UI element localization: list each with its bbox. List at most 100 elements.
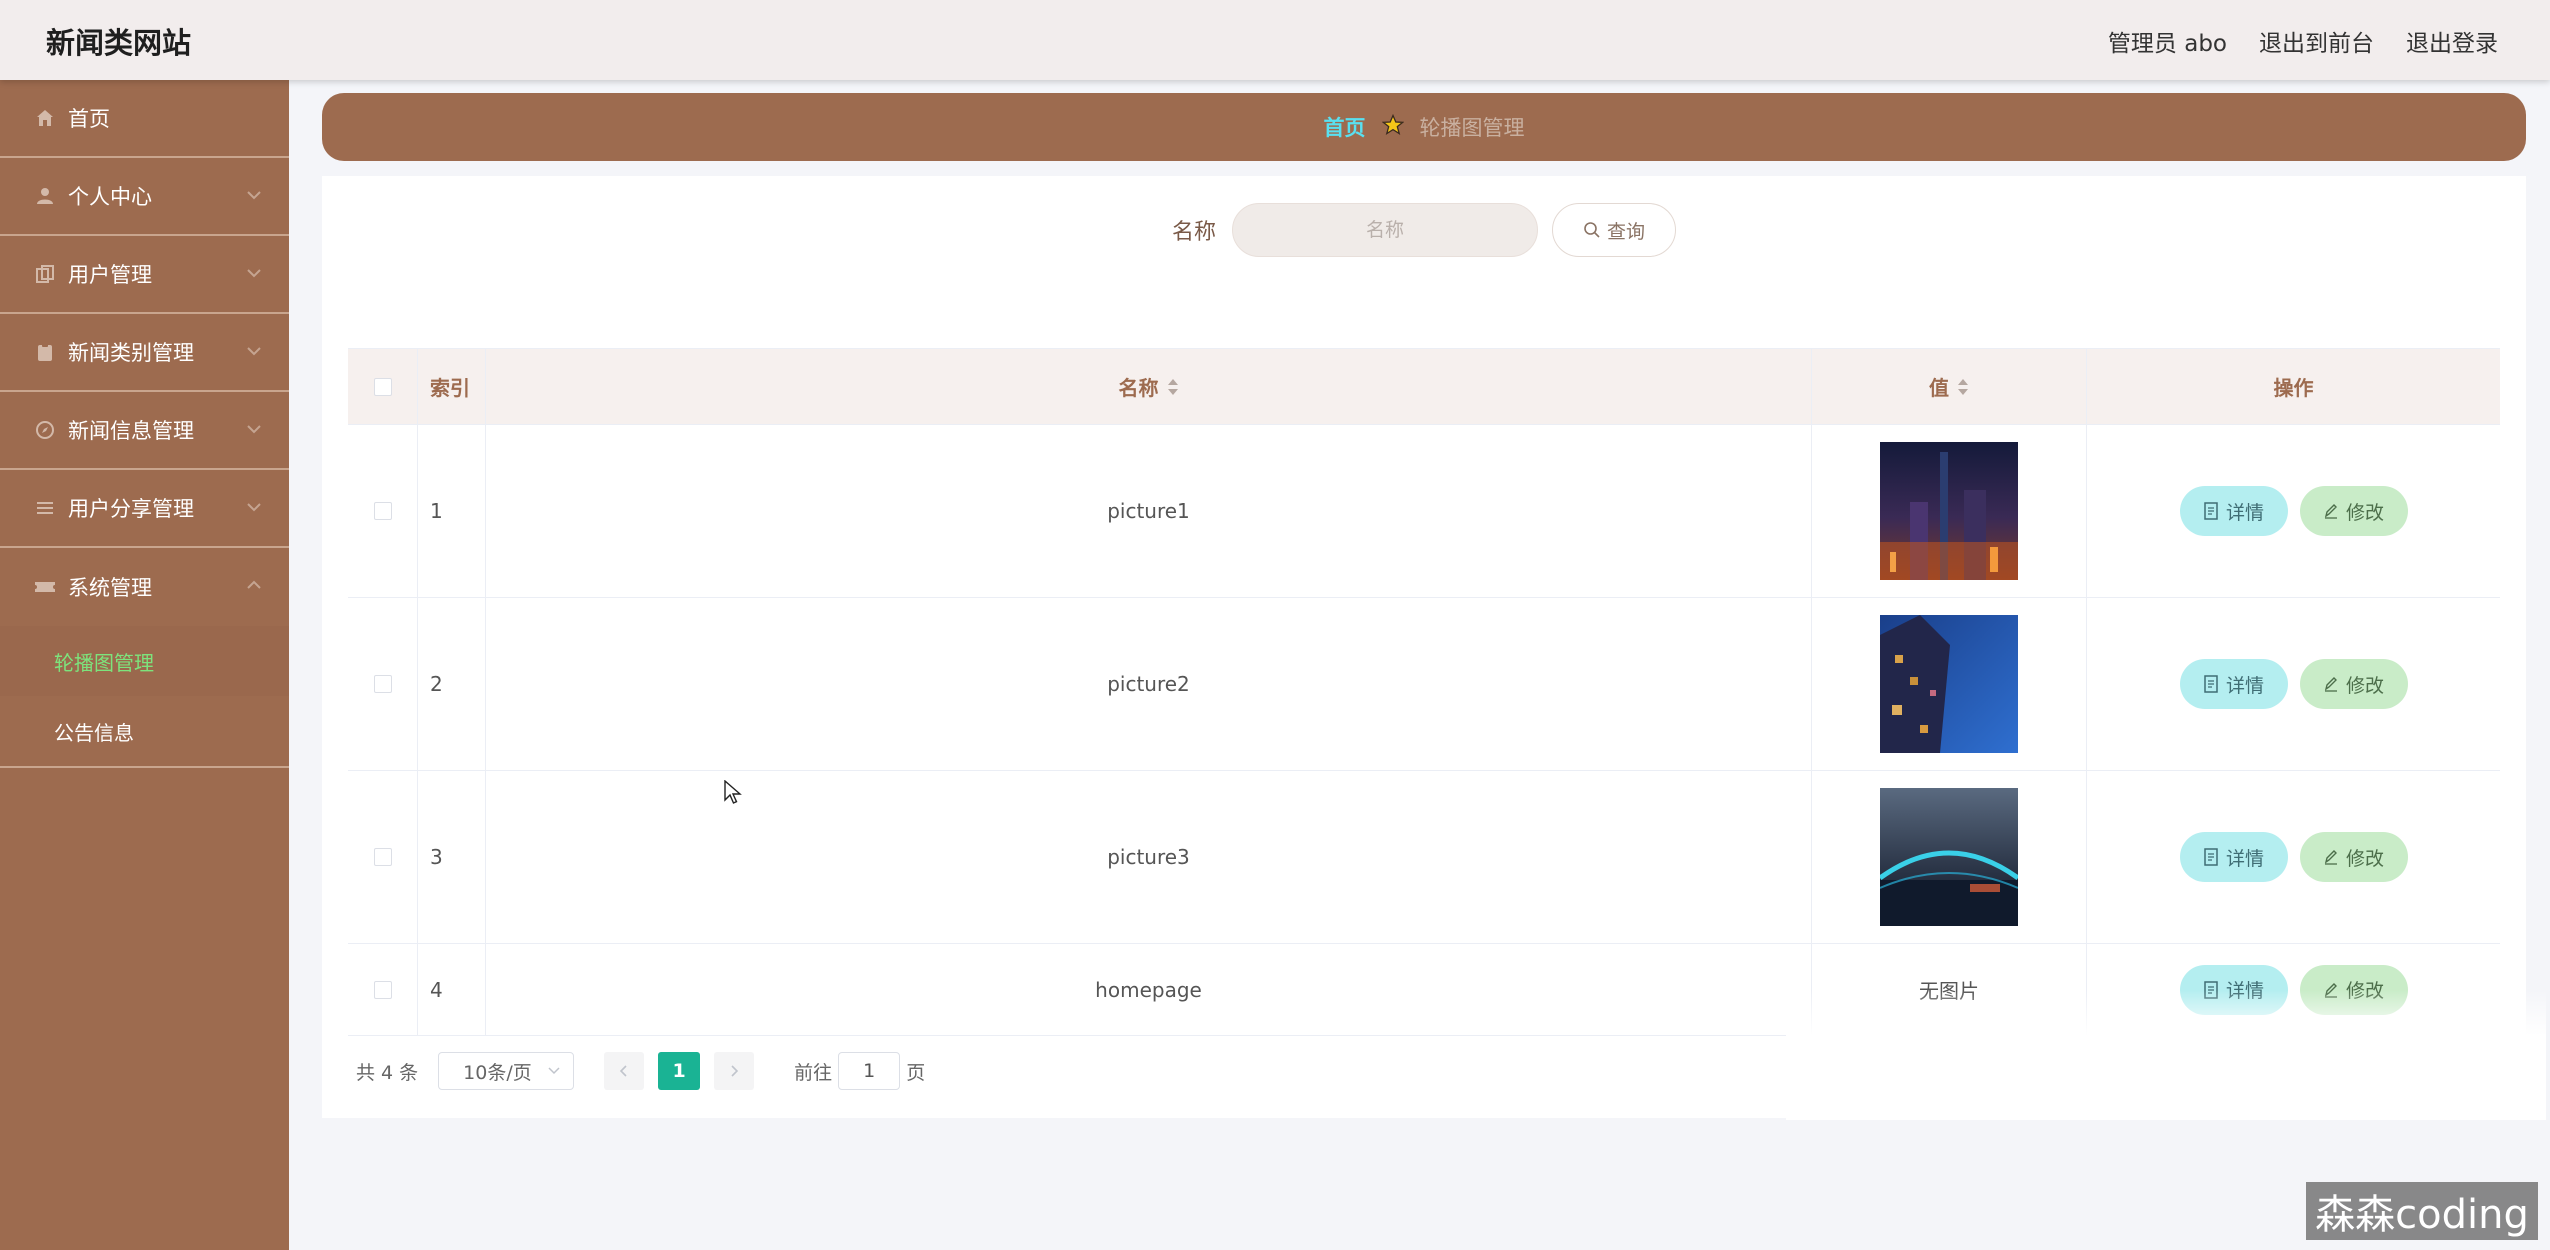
row-checkbox-cell <box>348 771 418 943</box>
row-checkbox-cell <box>348 598 418 770</box>
system-submenu: 轮播图管理 公告信息 <box>0 626 289 768</box>
breadcrumb-home[interactable]: 首页 <box>1324 112 1366 142</box>
document-icon <box>2204 675 2218 693</box>
row-checkbox[interactable] <box>373 675 392 693</box>
mouse-cursor-icon <box>724 780 742 804</box>
row-checkbox[interactable] <box>373 980 392 999</box>
page-size-select[interactable]: 10条/页 <box>438 1052 575 1090</box>
header-value[interactable]: 值 <box>1812 349 2087 424</box>
sidebar-item-carousel[interactable]: 轮播图管理 <box>0 626 289 696</box>
table-row: 2 picture2 详情 修改 <box>348 598 2500 771</box>
sidebar-item-label: 系统管理 <box>68 576 152 600</box>
carousel-thumbnail[interactable] <box>1880 442 2018 580</box>
edit-button[interactable]: 修改 <box>2299 659 2408 709</box>
row-checkbox-cell <box>348 425 418 597</box>
site-title: 新闻类网站 <box>46 26 192 60</box>
row-value-cell <box>1812 771 2087 943</box>
next-page-button[interactable] <box>714 1052 755 1090</box>
list-icon <box>34 497 56 519</box>
sidebar-item-label: 个人中心 <box>68 185 152 209</box>
row-name: picture1 <box>486 425 1812 597</box>
chevron-left-icon <box>620 1065 627 1077</box>
edit-button-label: 修改 <box>2345 501 2384 524</box>
header-name-label: 名称 <box>1118 376 1159 400</box>
detail-button[interactable]: 详情 <box>2179 659 2288 709</box>
carousel-thumbnail[interactable] <box>1880 788 2018 926</box>
goto-page-input[interactable] <box>838 1052 901 1090</box>
data-table: 索引 名称 值 操作 1 picture1 详情 修改 2 picture2 详… <box>348 348 2500 1036</box>
row-checkbox[interactable] <box>373 848 392 866</box>
sidebar: 首页 个人中心 用户管理 新闻类别管理 新闻信息管理 用户分享管理 系统管理 轮… <box>0 80 289 1250</box>
sidebar-item-news-categories[interactable]: 新闻类别管理 <box>0 314 289 392</box>
copy-icon <box>34 263 56 285</box>
row-actions: 详情 修改 <box>2087 598 2500 770</box>
search-button-label: 查询 <box>1606 220 1645 243</box>
sidebar-item-system[interactable]: 系统管理 <box>0 548 289 626</box>
clipboard-icon <box>34 341 56 363</box>
row-value-cell <box>1812 425 2087 597</box>
ticket-icon <box>34 576 56 598</box>
sidebar-item-users[interactable]: 用户管理 <box>0 236 289 314</box>
sidebar-item-user-shares[interactable]: 用户分享管理 <box>0 470 289 548</box>
chevron-down-icon <box>247 347 261 356</box>
home-icon <box>34 107 56 129</box>
table-row: 3 picture3 详情 修改 <box>348 771 2500 944</box>
detail-button[interactable]: 详情 <box>2179 486 2288 536</box>
fade-overlay <box>1786 990 2546 1120</box>
top-header: 新闻类网站 管理员 abo 退出到前台 退出登录 <box>0 0 2550 80</box>
detail-button-label: 详情 <box>2225 674 2264 697</box>
chevron-down-icon <box>247 269 261 278</box>
sidebar-item-label: 新闻类别管理 <box>68 341 194 365</box>
sidebar-item-announcements[interactable]: 公告信息 <box>0 696 289 766</box>
edit-button-label: 修改 <box>2345 847 2384 870</box>
goto-suffix: 页 <box>906 1061 926 1084</box>
row-actions: 详情 修改 <box>2087 771 2500 943</box>
breadcrumb-current: 轮播图管理 <box>1419 116 1525 140</box>
row-name: picture3 <box>486 771 1812 943</box>
row-checkbox[interactable] <box>373 502 392 520</box>
document-icon <box>2204 848 2218 866</box>
header-operations: 操作 <box>2273 376 2314 400</box>
row-name: homepage <box>486 944 1812 1035</box>
edit-button[interactable]: 修改 <box>2299 832 2408 882</box>
exit-to-front-link[interactable]: 退出到前台 <box>2259 24 2374 58</box>
sort-icon[interactable] <box>1957 378 1969 395</box>
sort-icon[interactable] <box>1167 378 1179 395</box>
row-index: 4 <box>418 944 486 1035</box>
select-all-checkbox[interactable] <box>373 377 392 396</box>
search-bar: 名称 查询 <box>322 203 2526 257</box>
header-actions: 管理员 abo 退出到前台 退出登录 <box>2108 24 2498 58</box>
goto-prefix: 前往 <box>794 1061 833 1084</box>
row-value-cell <box>1812 598 2087 770</box>
page-number-current[interactable]: 1 <box>658 1052 701 1090</box>
chevron-down-icon <box>247 425 261 434</box>
detail-button[interactable]: 详情 <box>2179 832 2288 882</box>
logout-link[interactable]: 退出登录 <box>2406 24 2498 58</box>
carousel-thumbnail[interactable] <box>1880 615 2018 753</box>
search-input[interactable] <box>1232 203 1538 257</box>
pencil-icon <box>2324 677 2337 692</box>
search-button[interactable]: 查询 <box>1552 203 1676 257</box>
prev-page-button[interactable] <box>604 1052 645 1090</box>
chevron-down-icon <box>548 1067 560 1075</box>
table-row: 1 picture1 详情 修改 <box>348 425 2500 598</box>
search-icon <box>1584 222 1600 238</box>
compass-icon <box>34 419 56 441</box>
sidebar-item-home[interactable]: 首页 <box>0 80 289 158</box>
header-value-label: 值 <box>1929 376 1949 400</box>
admin-user-label: 管理员 abo <box>2107 31 2227 57</box>
user-icon <box>34 185 56 207</box>
pagination: 共 4 条 10条/页 1 前往 页 <box>356 1052 925 1090</box>
total-count: 共 4 条 <box>356 1061 419 1084</box>
chevron-up-icon <box>247 580 261 589</box>
edit-button[interactable]: 修改 <box>2299 486 2408 536</box>
header-name[interactable]: 名称 <box>486 349 1812 424</box>
page-size-value: 10条/页 <box>463 1061 532 1084</box>
sidebar-item-label: 用户管理 <box>68 263 152 287</box>
header-checkbox-cell <box>348 349 418 424</box>
detail-button-label: 详情 <box>2225 847 2264 870</box>
header-index: 索引 <box>418 349 486 424</box>
sidebar-item-news-info[interactable]: 新闻信息管理 <box>0 392 289 470</box>
sidebar-item-profile[interactable]: 个人中心 <box>0 158 289 236</box>
row-checkbox-cell <box>348 944 418 1035</box>
